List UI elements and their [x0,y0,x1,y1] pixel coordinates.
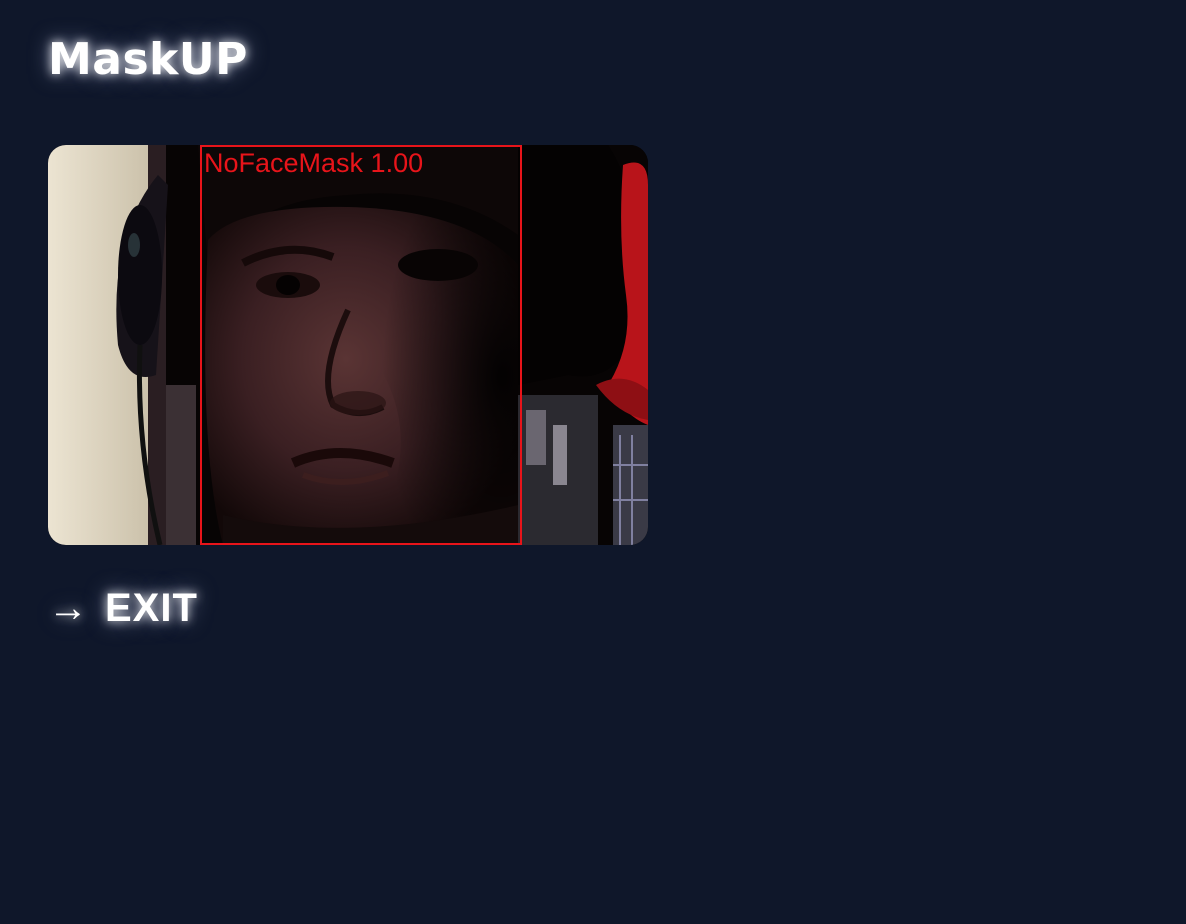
right-arrow-icon: → [48,586,89,630]
detection-bounding-box: NoFaceMask 1.00 [200,145,522,545]
exit-label: EXIT [105,586,198,630]
app-title: MaskUP [48,34,248,85]
exit-button[interactable]: → EXIT [48,584,198,632]
detection-label: NoFaceMask 1.00 [204,148,424,178]
webcam-feed: NoFaceMask 1.00 [48,145,648,545]
